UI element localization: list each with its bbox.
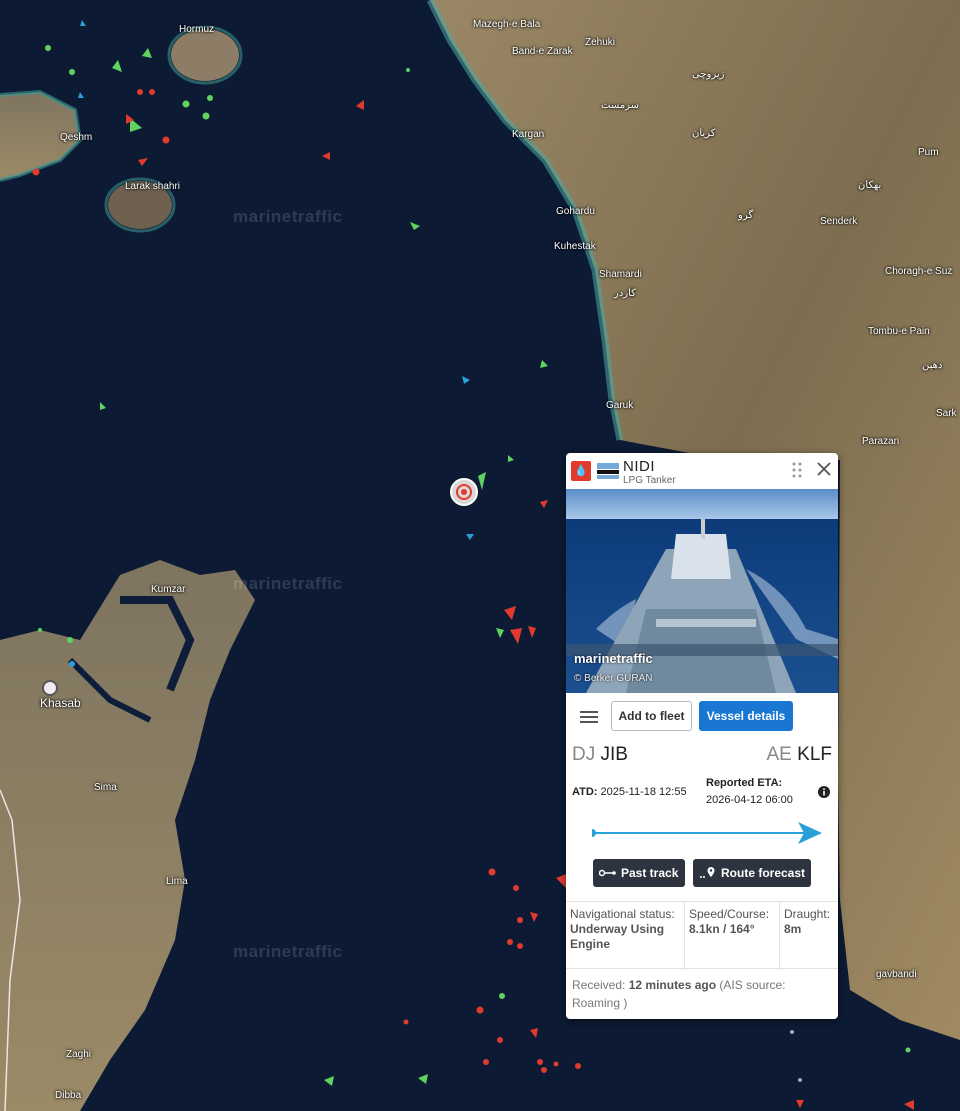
place-label: زیروچی bbox=[692, 69, 725, 80]
atd-value: 2025-11-18 12:55 bbox=[600, 786, 687, 798]
received-label: Received: bbox=[572, 978, 626, 992]
panel-header: 💧 NIDI LPG Tanker bbox=[566, 453, 838, 489]
port-icon[interactable] bbox=[42, 680, 58, 696]
menu-icon[interactable] bbox=[580, 710, 598, 724]
flag-icon bbox=[597, 463, 619, 479]
place-label: Hormuz bbox=[179, 24, 215, 35]
atd: ATD: 2025-11-18 12:55 bbox=[572, 786, 687, 798]
place-label: گرو bbox=[738, 210, 754, 221]
place-label: Shamardi bbox=[599, 269, 642, 280]
received-value: 12 minutes ago bbox=[628, 978, 717, 992]
nav-status-value: Underway Using Engine bbox=[570, 922, 665, 951]
place-label: Zehuki bbox=[585, 37, 616, 48]
map-watermark: marinetraffic bbox=[233, 574, 343, 593]
place-label: Kargan bbox=[512, 129, 545, 140]
photo-watermark: marinetraffic bbox=[574, 651, 653, 666]
lpg-tanker-icon: 💧 bbox=[571, 461, 591, 481]
nav-status-label: Navigational status: bbox=[570, 907, 675, 921]
past-track-button[interactable]: Past track bbox=[593, 859, 685, 887]
vessel-status-grid: Navigational status: Underway Using Engi… bbox=[566, 901, 838, 970]
place-label: Gohardu bbox=[556, 206, 595, 217]
place-label: Zaghi bbox=[66, 1049, 92, 1060]
map-watermark: marinetraffic bbox=[233, 942, 343, 961]
place-label: دهین bbox=[922, 360, 943, 371]
speed-course-value: 8.1kn / 164° bbox=[689, 922, 755, 936]
info-icon[interactable] bbox=[818, 786, 830, 798]
route-forecast-label: Route forecast bbox=[721, 866, 806, 880]
place-label: Dibba bbox=[55, 1090, 82, 1101]
past-track-label: Past track bbox=[621, 866, 679, 880]
place-label: Garuk bbox=[606, 400, 634, 411]
place-label: Khasab bbox=[40, 696, 81, 710]
speed-course-label: Speed/Course: bbox=[689, 907, 770, 921]
place-label: Pum bbox=[918, 147, 939, 158]
received-info: Received: 12 minutes ago (AIS source: Ro… bbox=[572, 976, 832, 1012]
destination-country-code: AE bbox=[766, 744, 792, 765]
place-label: Lima bbox=[166, 876, 188, 887]
place-label: gavbandi bbox=[876, 969, 917, 980]
place-label: سرمست bbox=[601, 100, 639, 111]
route-forecast-button[interactable]: Route forecast bbox=[693, 859, 811, 887]
route-forecast-icon bbox=[700, 867, 715, 878]
place-label: Parazan bbox=[862, 436, 900, 447]
destination-port[interactable]: AE KLF bbox=[767, 744, 833, 766]
origin-port[interactable]: DJ JIB bbox=[572, 744, 628, 766]
place-label: Band-e Zarak bbox=[512, 46, 573, 57]
draught-label: Draught: bbox=[784, 907, 831, 921]
place-label: Sark bbox=[936, 408, 957, 419]
vessel-name: NIDI bbox=[623, 458, 655, 475]
speed-course: Speed/Course: 8.1kn / 164° bbox=[685, 902, 780, 970]
photo-credit: © Berker GURAN bbox=[574, 673, 653, 684]
vessel-type: LPG Tanker bbox=[623, 475, 676, 486]
place-label: Kuhestak bbox=[554, 241, 596, 252]
eta-value: 2026-04-12 06:00 bbox=[706, 794, 793, 806]
origin-country-code: DJ bbox=[572, 744, 596, 765]
place-label: Mazegh-e Bala bbox=[473, 19, 541, 30]
eta-label: Reported ETA: bbox=[706, 777, 783, 789]
navigational-status: Navigational status: Underway Using Engi… bbox=[566, 902, 685, 970]
vessel-info-panel: 💧 NIDI LPG Tanker marinetraffic © Berker… bbox=[566, 453, 838, 1019]
place-label: Qeshm bbox=[60, 132, 93, 143]
place-label: Choragh-e Suz bbox=[885, 266, 953, 277]
place-label: کریان bbox=[692, 128, 716, 139]
place-label: Larak shahri bbox=[125, 181, 181, 192]
place-label: Sima bbox=[94, 782, 117, 793]
draught: Draught: 8m bbox=[780, 902, 838, 970]
place-label: کاردر bbox=[614, 288, 636, 299]
origin-port-code: JIB bbox=[600, 744, 628, 765]
voyage-progress bbox=[592, 822, 822, 844]
selected-vessel-marker bbox=[450, 478, 478, 506]
vessel-photo[interactable]: marinetraffic © Berker GURAN bbox=[566, 489, 838, 693]
vessel-details-button[interactable]: Vessel details bbox=[699, 701, 793, 731]
draught-value: 8m bbox=[784, 922, 802, 936]
place-label: بهکان bbox=[858, 180, 882, 191]
map-watermark: marinetraffic bbox=[233, 207, 343, 226]
place-label: Kumzar bbox=[151, 584, 186, 595]
destination-port-code: KLF bbox=[797, 744, 832, 765]
past-track-icon bbox=[599, 869, 616, 877]
drag-handle-icon[interactable] bbox=[792, 462, 802, 478]
atd-label: ATD: bbox=[572, 786, 598, 798]
place-label: Tombu-e Pain bbox=[868, 326, 930, 337]
add-to-fleet-button[interactable]: Add to fleet bbox=[611, 701, 692, 731]
place-label: Senderk bbox=[820, 216, 858, 227]
close-icon[interactable] bbox=[816, 461, 832, 477]
